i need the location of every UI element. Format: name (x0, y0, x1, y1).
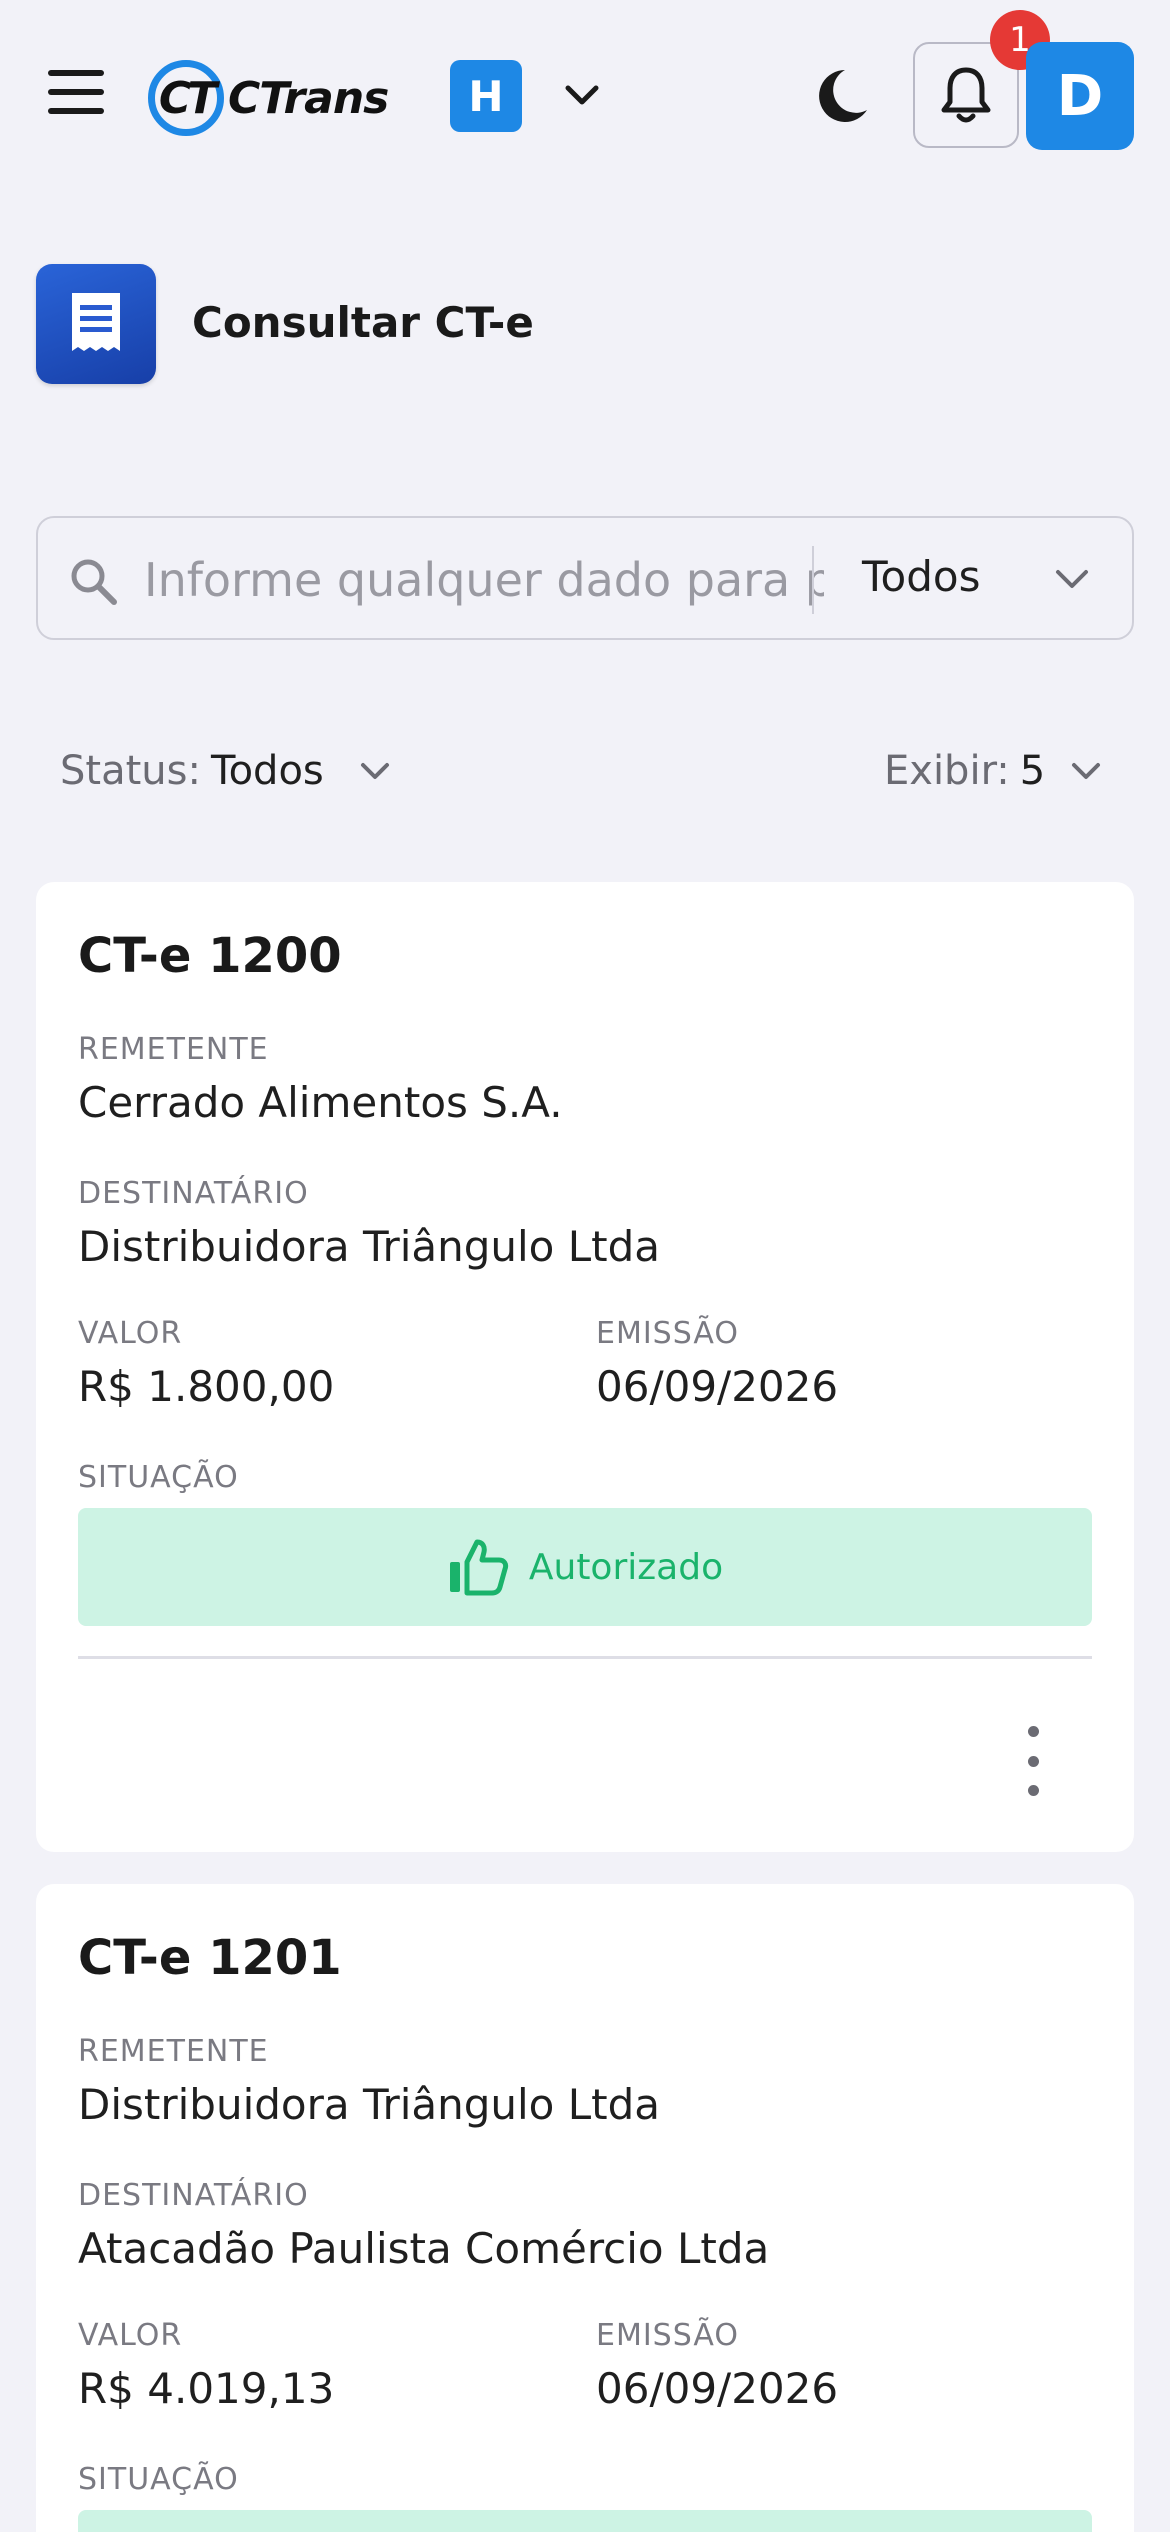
chevron-down-icon[interactable] (1052, 562, 1092, 596)
destinatario-label: DESTINATÁRIO (78, 1176, 309, 1211)
logo-mark-text: CT (158, 72, 217, 124)
search-input[interactable] (144, 540, 824, 620)
search-bar: Todos (36, 516, 1134, 640)
page-title: Consultar CT-e (192, 298, 534, 347)
moon-icon[interactable] (815, 66, 871, 126)
emissao-value: 06/09/2026 (596, 2364, 839, 2413)
valor-value: R$ 1.800,00 (78, 1362, 335, 1411)
bell-icon (941, 67, 991, 123)
company-initial: H (468, 71, 504, 121)
more-options-button[interactable] (1018, 1726, 1048, 1796)
destinatario-value: Atacadão Paulista Comércio Ltda (78, 2224, 770, 2273)
emissao-label: EMISSÃO (596, 2318, 739, 2353)
valor-label: VALOR (78, 1316, 183, 1351)
user-initial: D (1056, 63, 1104, 129)
status-filter-label: Status: (60, 748, 201, 794)
cte-card[interactable]: CT-e 1201 REMETENTE Distribuidora Triâng… (36, 1884, 1134, 2532)
emissao-value: 06/09/2026 (596, 1362, 839, 1411)
remetente-value: Distribuidora Triângulo Ltda (78, 2080, 660, 2129)
remetente-label: REMETENTE (78, 2034, 269, 2069)
page-size-label: Exibir: (884, 748, 1010, 794)
search-divider (812, 546, 814, 614)
status-badge (78, 2510, 1092, 2532)
top-bar: CT CTrans H 1 D (0, 0, 1170, 200)
cte-number: CT-e 1201 (78, 1930, 342, 1986)
menu-icon (48, 70, 108, 114)
status-filter-value: Todos (210, 748, 324, 794)
remetente-label: REMETENTE (78, 1032, 269, 1067)
status-text: Autorizado (528, 1546, 724, 1588)
logo-text: CTrans (228, 72, 389, 124)
emissao-label: EMISSÃO (596, 1316, 739, 1351)
remetente-value: Cerrado Alimentos S.A. (78, 1078, 563, 1127)
chevron-down-icon[interactable] (562, 80, 602, 110)
situacao-label: SITUAÇÃO (78, 1460, 239, 1495)
user-avatar[interactable]: D (1026, 42, 1134, 150)
page-size-value: 5 (1019, 748, 1046, 794)
status-filter[interactable]: Status: Todos (60, 748, 392, 794)
valor-value: R$ 4.019,13 (78, 2364, 335, 2413)
logo-mark: CT (148, 60, 224, 136)
chevron-down-icon (1072, 763, 1101, 779)
situacao-label: SITUAÇÃO (78, 2462, 239, 2497)
app: CT CTrans H 1 D Consultar CT-e Informe q… (0, 0, 1170, 2532)
chevron-down-icon (360, 763, 389, 779)
company-selector-badge[interactable]: H (450, 60, 522, 132)
menu-button[interactable] (48, 70, 108, 120)
search-icon (71, 559, 117, 605)
thumbs-up-icon (449, 1539, 508, 1596)
search-filter-select[interactable]: Todos (862, 552, 980, 601)
cte-card[interactable]: CT-e 1200 REMETENTE Cerrado Alimentos S.… (36, 882, 1134, 1852)
valor-label: VALOR (78, 2318, 183, 2353)
status-badge-authorized: Autorizado (78, 1508, 1092, 1626)
app-logo[interactable]: CT CTrans (148, 58, 389, 138)
page-size-filter[interactable]: Exibir: 5 (884, 748, 1103, 794)
destinatario-value: Distribuidora Triângulo Ltda (78, 1222, 660, 1271)
cte-number: CT-e 1200 (78, 928, 342, 984)
page-icon (36, 264, 156, 384)
destinatario-label: DESTINATÁRIO (78, 2178, 309, 2213)
receipt-icon (72, 293, 120, 351)
card-divider (78, 1656, 1092, 1659)
